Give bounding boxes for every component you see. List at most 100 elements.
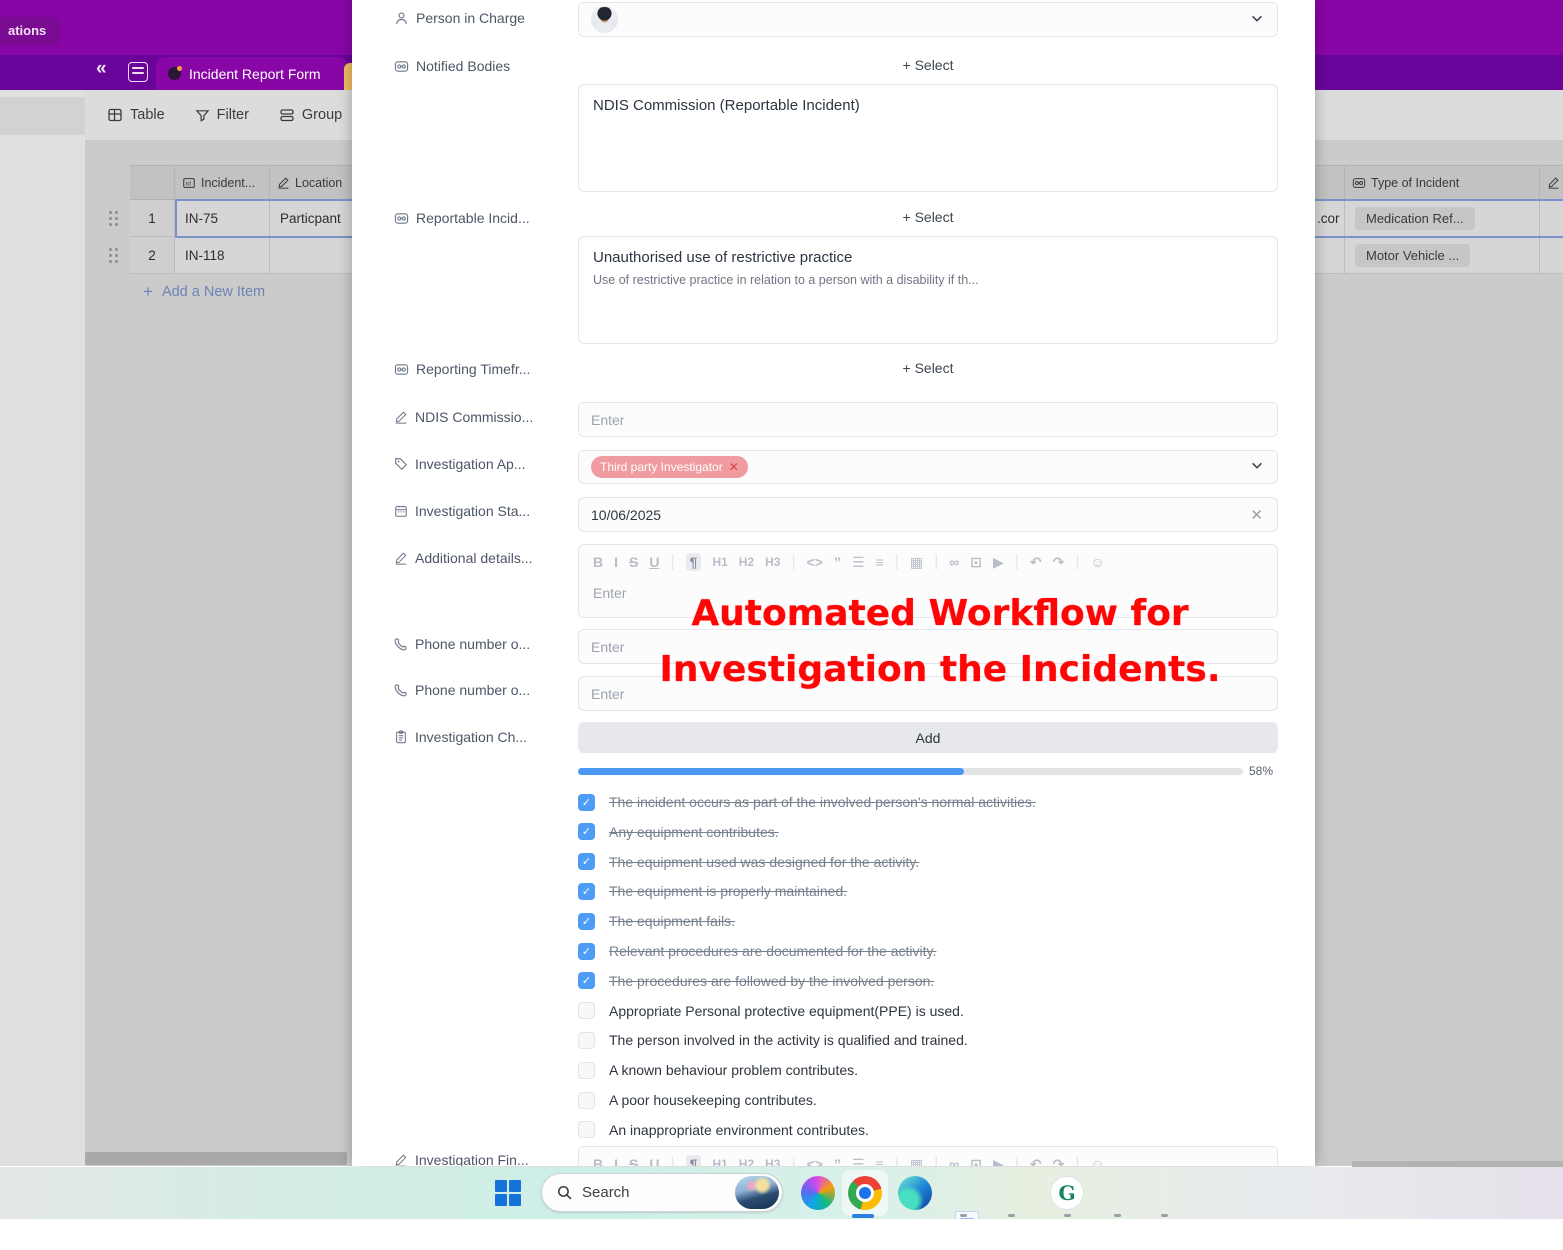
person-in-charge-field[interactable] — [578, 2, 1278, 37]
type-of-incident-pill[interactable]: Medication Ref... — [1355, 207, 1475, 230]
add-new-item-button[interactable]: + Add a New Item — [143, 282, 265, 302]
checkbox-unchecked[interactable] — [578, 1121, 595, 1138]
heading1-icon[interactable]: H1 — [712, 556, 727, 568]
collapse-sidebar-icon[interactable]: « — [96, 58, 105, 80]
column-header-incident[interactable]: id Incident... — [175, 166, 270, 199]
ordered-list-icon[interactable]: ≡ — [876, 555, 884, 569]
paragraph-icon[interactable]: ¶ — [686, 1155, 702, 1166]
row-drag-handle[interactable] — [109, 211, 121, 227]
cell-incident-id[interactable]: IN-75 — [175, 200, 270, 237]
ndis-commission-input[interactable]: Enter — [578, 402, 1278, 437]
video-icon[interactable]: ▶ — [993, 1157, 1004, 1166]
checkbox-checked[interactable]: ✓ — [578, 883, 595, 900]
underline-icon[interactable]: U — [649, 1157, 659, 1166]
grammarly-icon[interactable]: G — [1050, 1176, 1084, 1210]
checkbox-unchecked[interactable] — [578, 1032, 595, 1049]
notified-bodies-select-button[interactable]: + Select — [578, 57, 1278, 73]
checkbox-checked[interactable]: ✓ — [578, 972, 595, 989]
table-icon[interactable]: ▦ — [910, 1157, 923, 1166]
image-icon[interactable]: ⊡ — [970, 1157, 982, 1166]
bold-icon[interactable]: B — [593, 555, 603, 569]
checkbox-checked[interactable]: ✓ — [578, 794, 595, 811]
italic-icon[interactable]: I — [614, 555, 618, 569]
group-button[interactable]: Group — [279, 107, 342, 123]
emoji-icon[interactable]: ☺ — [1091, 555, 1105, 569]
additional-details-editor[interactable]: BISU|¶H1H2H3|<>”☰≡|▦|∞⊡▶|↶↷|☺ Enter — [578, 544, 1278, 618]
link-icon[interactable]: ∞ — [949, 555, 959, 569]
row-drag-handle[interactable] — [109, 248, 121, 264]
investigation-findings-editor[interactable]: BISU|¶H1H2H3|<>”☰≡|▦|∞⊡▶|↶↷|☺ — [578, 1146, 1278, 1166]
heading2-icon[interactable]: H2 — [739, 1158, 754, 1166]
investigation-approach-select[interactable]: Third party Investigator ✕ — [578, 450, 1278, 484]
heading1-icon[interactable]: H1 — [712, 1158, 727, 1166]
type-of-incident-pill[interactable]: Motor Vehicle ... — [1355, 244, 1470, 267]
column-header-type-of-incident[interactable]: Type of Incident — [1345, 166, 1540, 199]
heading3-icon[interactable]: H3 — [765, 1158, 780, 1166]
editor-placeholder[interactable]: Enter — [579, 577, 1277, 613]
table-view-button[interactable]: Table — [107, 107, 165, 123]
filter-button[interactable]: Filter — [195, 107, 249, 123]
checkbox-unchecked[interactable] — [578, 1002, 595, 1019]
heading3-icon[interactable]: H3 — [765, 556, 780, 568]
undo-icon[interactable]: ↶ — [1030, 1157, 1042, 1166]
reportable-incident-card[interactable]: Unauthorised use of restrictive practice… — [578, 236, 1278, 344]
taskbar-search-box[interactable]: Search — [541, 1173, 783, 1212]
table-row[interactable]: 1 IN-75 Particpant — [130, 200, 353, 237]
redo-icon[interactable]: ↷ — [1053, 555, 1065, 569]
investigation-start-date-input[interactable]: 10/06/2025 ✕ — [578, 497, 1278, 532]
code-icon[interactable]: <> — [807, 1157, 823, 1166]
clear-date-icon[interactable]: ✕ — [1250, 506, 1263, 524]
table-row[interactable]: Motor Vehicle ... — [1315, 237, 1563, 274]
form-icon[interactable] — [128, 62, 148, 82]
column-header-notes[interactable] — [1540, 166, 1563, 199]
paragraph-icon[interactable]: ¶ — [686, 553, 702, 571]
automations-badge[interactable]: ations — [0, 17, 60, 45]
table-icon[interactable]: ▦ — [910, 555, 923, 569]
approach-tag[interactable]: Third party Investigator ✕ — [591, 456, 748, 478]
tab-incident-report-form[interactable]: Incident Report Form — [156, 57, 348, 90]
checklist-add-button[interactable]: Add — [578, 722, 1278, 753]
chevron-down-icon[interactable] — [1250, 459, 1264, 476]
table-row[interactable]: 2 IN-118 — [130, 237, 353, 274]
phone-1-input[interactable]: Enter — [578, 629, 1278, 664]
checkbox-unchecked[interactable] — [578, 1062, 595, 1079]
code-icon[interactable]: <> — [807, 555, 823, 569]
redo-icon[interactable]: ↷ — [1053, 1157, 1065, 1166]
reporting-timeframe-select-button[interactable]: + Select — [578, 360, 1278, 376]
emoji-icon[interactable]: ☺ — [1091, 1157, 1105, 1166]
copilot-icon[interactable] — [801, 1176, 835, 1210]
link-icon[interactable]: ∞ — [949, 1157, 959, 1166]
horizontal-scrollbar[interactable] — [85, 1152, 347, 1165]
checkbox-checked[interactable]: ✓ — [578, 823, 595, 840]
cell-notes[interactable] — [1540, 200, 1563, 237]
quote-icon[interactable]: ” — [834, 1157, 841, 1166]
column-header-location[interactable]: Location — [270, 166, 353, 199]
undo-icon[interactable]: ↶ — [1030, 555, 1042, 569]
windows-start-button[interactable] — [495, 1180, 521, 1206]
ordered-list-icon[interactable]: ≡ — [876, 1157, 884, 1166]
strikethrough-icon[interactable]: S — [629, 555, 638, 569]
cell-location[interactable] — [270, 237, 353, 274]
quote-icon[interactable]: ” — [834, 555, 841, 569]
checkbox-checked[interactable]: ✓ — [578, 853, 595, 870]
edge-icon[interactable] — [898, 1176, 932, 1210]
checkbox-checked[interactable]: ✓ — [578, 943, 595, 960]
checkbox-checked[interactable]: ✓ — [578, 913, 595, 930]
chevron-down-icon[interactable] — [1250, 11, 1264, 28]
heading2-icon[interactable]: H2 — [739, 556, 754, 568]
checkbox-unchecked[interactable] — [578, 1092, 595, 1109]
table-row[interactable]: .cor Medication Ref... — [1315, 200, 1563, 237]
strikethrough-icon[interactable]: S — [629, 1157, 638, 1166]
cell-incident-id[interactable]: IN-118 — [175, 237, 270, 274]
bullet-list-icon[interactable]: ☰ — [852, 1157, 865, 1166]
notified-bodies-value-box[interactable]: NDIS Commission (Reportable Incident) — [578, 84, 1278, 192]
remove-tag-icon[interactable]: ✕ — [729, 460, 739, 474]
video-icon[interactable]: ▶ — [993, 555, 1004, 569]
bold-icon[interactable]: B — [593, 1157, 603, 1166]
bullet-list-icon[interactable]: ☰ — [852, 555, 865, 569]
italic-icon[interactable]: I — [614, 1157, 618, 1166]
image-icon[interactable]: ⊡ — [970, 555, 982, 569]
cell-location[interactable]: Particpant — [270, 200, 353, 237]
underline-icon[interactable]: U — [649, 555, 659, 569]
phone-2-input[interactable]: Enter — [578, 676, 1278, 711]
